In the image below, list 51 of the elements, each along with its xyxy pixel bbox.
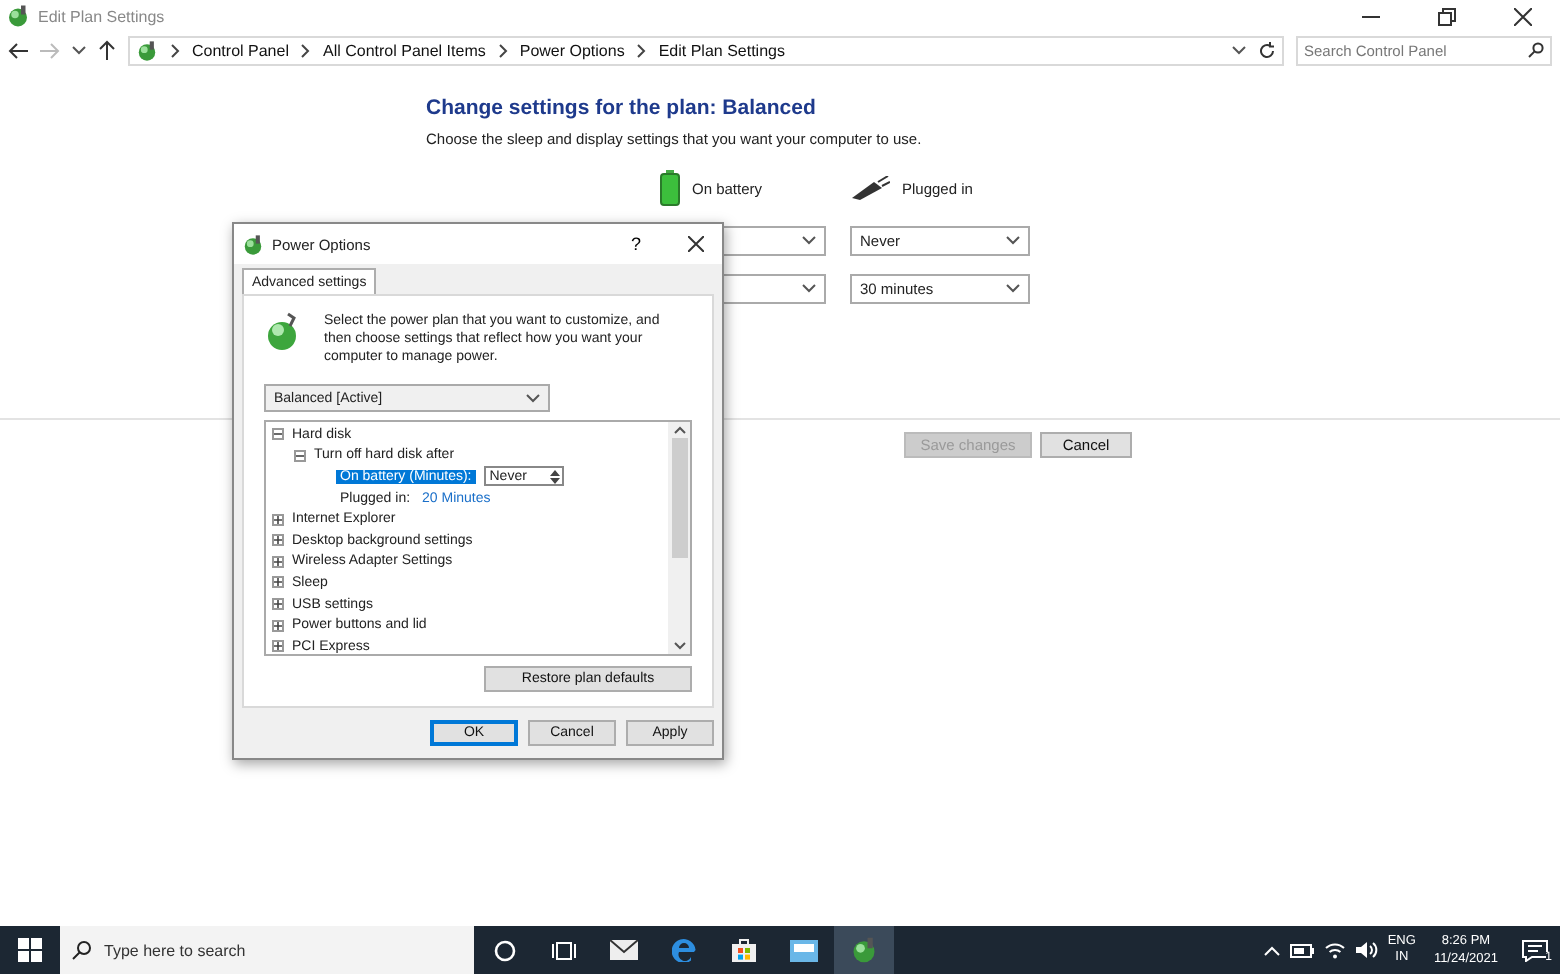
chevron-icon: [497, 43, 508, 57]
chevron-icon: [170, 43, 180, 57]
power-plan-icon: [264, 312, 300, 352]
expand-icon[interactable]: [272, 598, 284, 611]
battery-icon: [660, 170, 680, 206]
minimize-icon[interactable]: [1361, 15, 1379, 17]
windows-logo-icon: [18, 938, 42, 962]
close-icon[interactable]: [688, 236, 704, 252]
breadcrumb-item[interactable]: Power Options: [519, 41, 625, 59]
chevron-icon: [636, 43, 647, 57]
power-options-app-icon[interactable]: [834, 926, 894, 974]
wifi-icon[interactable]: [1323, 940, 1346, 960]
power-options-icon: [850, 936, 878, 964]
expand-icon[interactable]: [272, 513, 284, 526]
back-icon[interactable]: [8, 41, 28, 59]
search-icon: [72, 940, 92, 960]
chevron-up-icon[interactable]: [1263, 945, 1280, 955]
breadcrumb-item[interactable]: Edit Plan Settings: [658, 41, 785, 59]
expand-icon[interactable]: [272, 576, 284, 589]
up-icon[interactable]: [98, 40, 116, 60]
scrollbar[interactable]: [668, 422, 690, 654]
recent-dropdown-icon[interactable]: [72, 45, 86, 55]
expand-icon[interactable]: [272, 555, 284, 568]
power-options-icon: [6, 4, 30, 28]
volume-icon[interactable]: [1355, 940, 1378, 960]
notification-icon[interactable]: [1521, 939, 1547, 961]
collapse-icon[interactable]: [294, 449, 306, 462]
restore-icon[interactable]: [1437, 7, 1455, 25]
close-icon[interactable]: [1513, 7, 1531, 25]
collapse-icon[interactable]: [272, 428, 284, 441]
expand-icon[interactable]: [272, 534, 284, 547]
battery-icon[interactable]: [1289, 942, 1314, 958]
breadcrumb-item[interactable]: Control Panel: [192, 41, 289, 59]
expand-icon[interactable]: [272, 619, 284, 632]
scroll-up-icon[interactable]: [673, 426, 685, 434]
scroll-down-icon[interactable]: [673, 642, 685, 650]
taskbar-search-field[interactable]: Type here to search: [104, 941, 474, 959]
help-button[interactable]: ?: [610, 234, 662, 254]
taskbar-search-box[interactable]: Type here to search: [60, 926, 474, 974]
breadcrumb-item[interactable]: All Control Panel Items: [322, 41, 486, 59]
refresh-icon[interactable]: [1258, 41, 1276, 59]
power-options-icon: [242, 233, 264, 255]
power-plug-icon: [850, 176, 890, 200]
spinner-arrows-icon: [547, 467, 562, 486]
chevron-icon: [300, 43, 311, 57]
page-heading: Change settings for the plan: Balanced: [426, 96, 818, 120]
address-field[interactable]: Control Panel All Control Panel Items Power Options Edit Plan Settings: [128, 35, 1284, 65]
search-icon: [1528, 42, 1544, 58]
control-panel-icon: [136, 39, 158, 61]
expand-icon[interactable]: [272, 640, 284, 653]
window-title: Edit Plan Settings: [38, 7, 167, 25]
